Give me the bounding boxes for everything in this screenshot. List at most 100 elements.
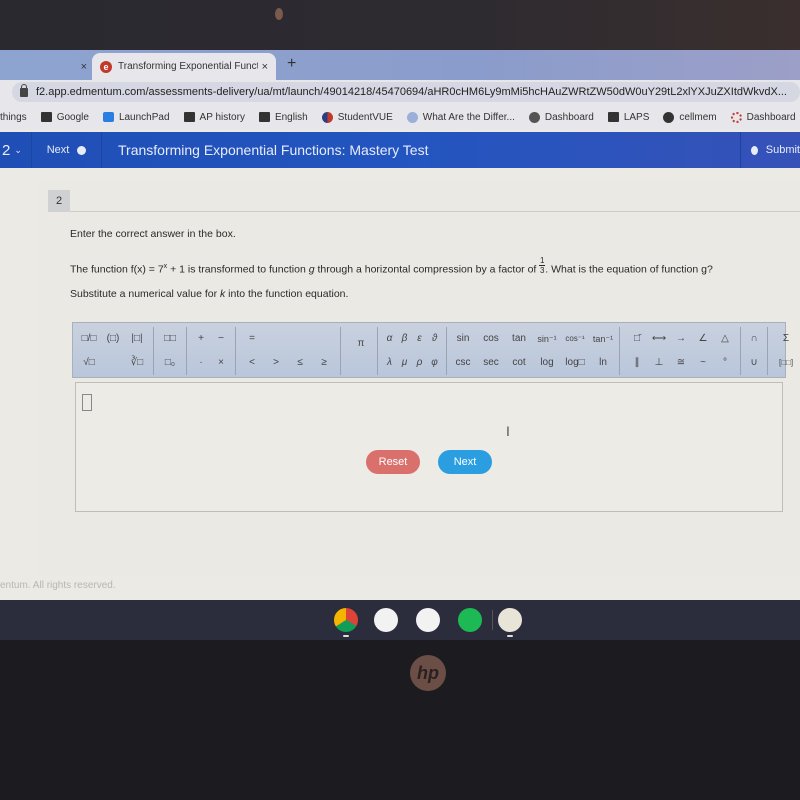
square-root-button[interactable]: √□ — [77, 354, 101, 372]
close-icon[interactable]: × — [262, 61, 268, 73]
folder-icon — [258, 112, 270, 122]
submit-button[interactable]: Submit — [740, 132, 800, 168]
cos-button[interactable]: cos — [479, 330, 503, 348]
triangle-button[interactable]: △ — [714, 330, 736, 348]
arccos-button[interactable]: cos⁻¹ — [563, 330, 587, 348]
math-placeholder-box[interactable] — [82, 394, 92, 411]
minus-button[interactable]: − — [211, 330, 231, 348]
angle-button[interactable]: ∠ — [692, 330, 714, 348]
address-bar[interactable]: f2.app.edmentum.com/assessments-delivery… — [12, 82, 800, 102]
plus-button[interactable]: + — [191, 330, 211, 348]
parallel-button[interactable]: ∥ — [626, 354, 648, 372]
docs-icon[interactable] — [416, 608, 440, 632]
bookmark-item[interactable]: Dashboard — [528, 111, 594, 123]
overline-button[interactable]: □̄ — [626, 330, 648, 348]
palette-group-operators: + − · × — [187, 327, 236, 375]
similar-button[interactable]: ~ — [692, 354, 714, 372]
webcam-icon — [275, 8, 283, 20]
url-text[interactable]: f2.app.edmentum.com/assessments-delivery… — [36, 86, 787, 98]
bookmark-item[interactable]: StudentVUE — [321, 111, 393, 123]
question-selector[interactable]: 2 ⌄ — [0, 132, 32, 168]
tan-button[interactable]: tan — [507, 330, 531, 348]
arrow-right-circle-icon — [77, 145, 87, 155]
log-button[interactable]: log — [535, 354, 559, 372]
summation-button[interactable]: Σ — [772, 330, 800, 348]
edmentum-favicon-icon: e — [100, 60, 112, 73]
line-button[interactable]: ⟷ — [648, 330, 670, 348]
bookmark-item[interactable]: Dashboard — [730, 111, 796, 123]
hp-logo-icon: hp — [410, 655, 446, 691]
intersection-button[interactable]: ∩ — [745, 330, 763, 348]
nth-root-button[interactable]: ∛□ — [125, 354, 149, 372]
spotify-icon[interactable] — [458, 608, 482, 632]
folder-icon — [607, 112, 619, 122]
lambda-button[interactable]: λ — [382, 354, 397, 372]
ln-button[interactable]: ln — [591, 354, 615, 372]
alpha-button[interactable]: α — [382, 330, 397, 348]
epsilon-button[interactable]: ε — [412, 330, 427, 348]
less-than-button[interactable]: < — [240, 354, 264, 372]
log-base-button[interactable]: log□ — [563, 354, 587, 372]
sec-button[interactable]: sec — [479, 354, 503, 372]
tab-previous[interactable]: × — [0, 54, 95, 80]
gmail-icon[interactable] — [374, 608, 398, 632]
palette-group-greek: α β ε ϑ λ μ ρ φ — [378, 327, 447, 375]
mu-button[interactable]: μ — [397, 354, 412, 372]
less-equal-button[interactable]: ≤ — [288, 354, 312, 372]
new-tab-button[interactable]: + — [287, 55, 296, 73]
arcsin-button[interactable]: sin⁻¹ — [535, 330, 559, 348]
matrix-button[interactable]: [□□] — [772, 354, 800, 372]
shelf-divider — [492, 610, 493, 630]
fraction-button[interactable]: □/□ — [77, 330, 101, 348]
folder-icon — [40, 112, 52, 122]
next-button[interactable]: Next — [438, 450, 492, 474]
chrome-icon[interactable] — [334, 608, 358, 632]
palette-group-geometry: □̄ ⟷ → ∠ △ ∥ ⊥ ≅ ~ ° — [620, 327, 741, 375]
arctan-button[interactable]: tan⁻¹ — [591, 330, 615, 348]
close-icon[interactable]: × — [81, 61, 87, 73]
bookmark-item[interactable]: AP history — [183, 112, 245, 123]
pi-button[interactable]: π — [349, 335, 373, 353]
sin-button[interactable]: sin — [451, 330, 475, 348]
bookmark-item[interactable]: LaunchPad — [102, 112, 170, 123]
csc-button[interactable]: csc — [451, 354, 475, 372]
tab-active[interactable]: e Transforming Exponential Funct × — [92, 53, 276, 80]
greater-than-button[interactable]: > — [264, 354, 288, 372]
reset-button[interactable]: Reset — [366, 450, 420, 474]
subscript-button[interactable]: □₀ — [158, 354, 182, 372]
degree-button[interactable]: ° — [714, 354, 736, 372]
ray-button[interactable]: → — [670, 330, 692, 348]
bookmark-item[interactable]: cellmem — [663, 111, 717, 123]
answer-input[interactable]: I — [75, 382, 783, 512]
parentheses-button[interactable]: (□) — [101, 330, 125, 348]
superscript-button[interactable]: □□ — [158, 330, 182, 348]
palette-group-sets: ∩ ∪ — [741, 327, 768, 375]
bookmark-item[interactable]: English — [258, 112, 308, 123]
text-cursor-icon: I — [506, 423, 510, 439]
times-button[interactable]: × — [211, 354, 231, 372]
theta-button[interactable]: ϑ — [427, 330, 442, 348]
phi-button[interactable]: φ — [427, 354, 442, 372]
union-button[interactable]: ∪ — [745, 354, 763, 372]
header-next-button[interactable]: Next — [32, 132, 102, 168]
palette-group-advanced: Σ [□□] — [768, 327, 800, 375]
bookmark-item[interactable]: What Are the Differ... — [406, 111, 515, 123]
cot-button[interactable]: cot — [507, 354, 531, 372]
equals-button[interactable]: = — [240, 330, 264, 348]
beta-button[interactable]: β — [397, 330, 412, 348]
rho-button[interactable]: ρ — [412, 354, 427, 372]
page-title: Transforming Exponential Functions: Mast… — [118, 142, 429, 158]
browser-toolbar: f2.app.edmentum.com/assessments-delivery… — [0, 80, 800, 104]
absolute-value-button[interactable]: |□| — [125, 330, 149, 348]
perpendicular-button[interactable]: ⊥ — [648, 354, 670, 372]
app-launcher-icon[interactable] — [498, 608, 522, 632]
screen: × e Transforming Exponential Funct × + f… — [0, 50, 800, 606]
bookmark-item[interactable]: LAPS — [607, 112, 649, 123]
bookmark-item[interactable]: things — [0, 112, 27, 123]
dot-button[interactable]: · — [191, 354, 211, 372]
bookmark-item[interactable]: Google — [40, 112, 89, 123]
palette-spacer — [101, 354, 125, 372]
congruent-button[interactable]: ≅ — [670, 354, 692, 372]
greater-equal-button[interactable]: ≥ — [312, 354, 336, 372]
question-prompt: The function f(x) = 7x + 1 is transforme… — [70, 256, 713, 276]
